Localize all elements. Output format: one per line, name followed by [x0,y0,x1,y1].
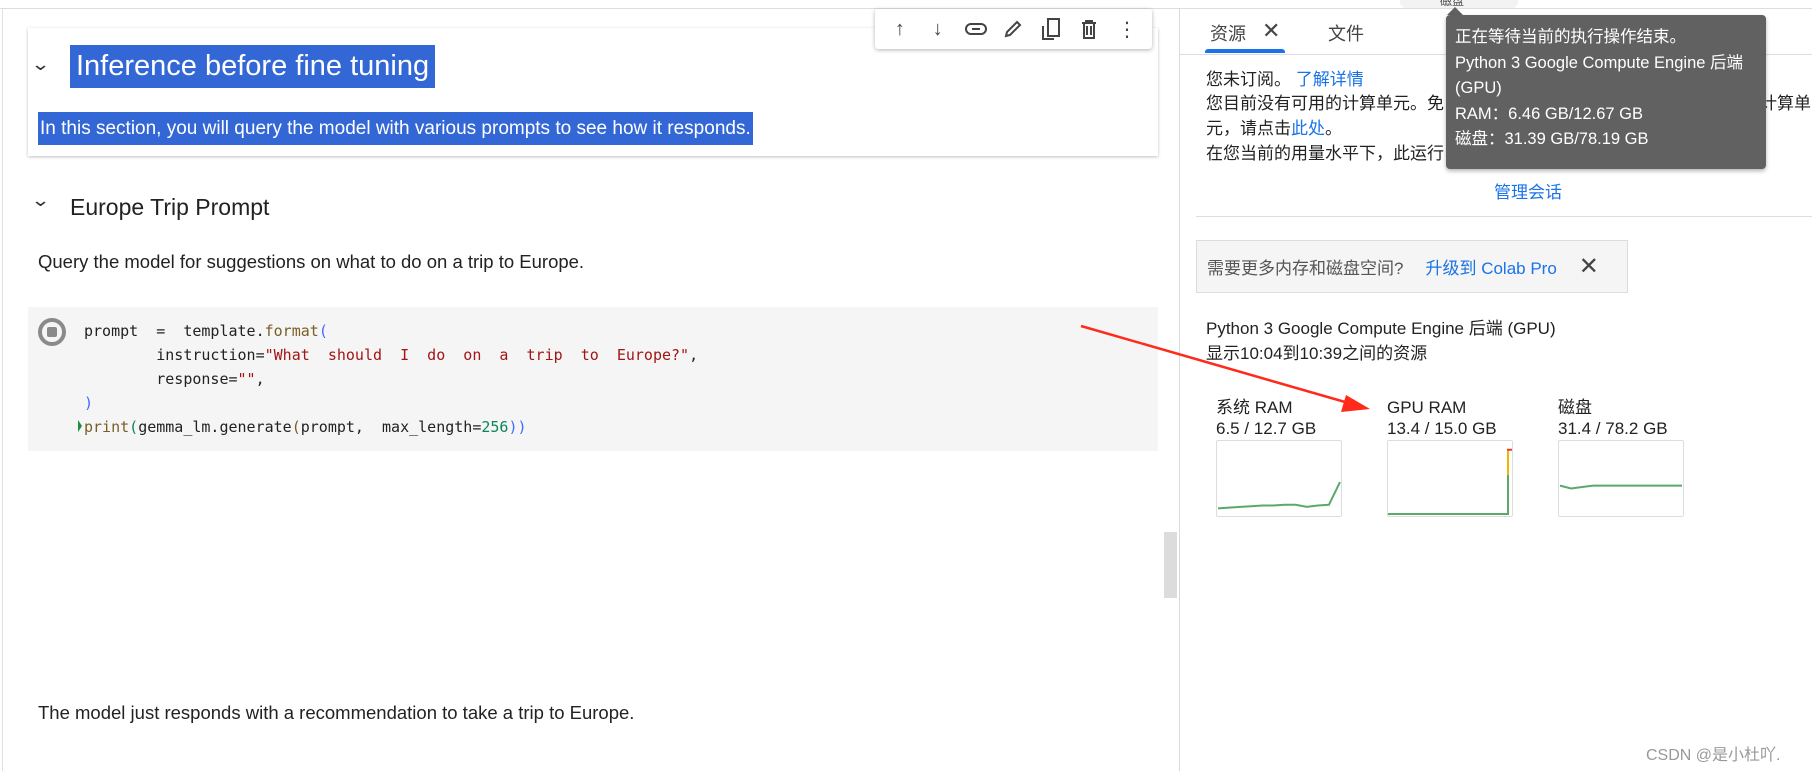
tooltip-backend-type: (GPU) [1455,79,1502,97]
tooltip-status: 正在等待当前的执行操作结束。 [1455,28,1686,46]
section-divider [1196,216,1812,217]
active-tab-indicator [1205,49,1285,53]
tooltip-ram: RAM：6.46 GB/12.67 GB [1455,104,1644,123]
panel-divider[interactable] [1179,9,1180,771]
tooltip-backend: Python 3 Google Compute Engine 后端 [1455,53,1744,72]
usage-chart [1216,440,1342,517]
stop-icon [47,327,57,337]
usage-chart [1387,440,1513,517]
chart-value: 6.5 / 12.7 GB [1216,419,1317,438]
section-description: Query the model for suggestions on what … [38,251,585,272]
more-vert-icon[interactable]: ⋮ [1112,14,1142,44]
arrow-down-icon[interactable]: ↓ [923,14,953,44]
mirror-cell-icon[interactable] [1036,14,1066,44]
usage-sparkline [1217,481,1341,510]
section-description: In this section, you will query the mode… [38,112,753,145]
time-range-label: 显示10:04到10:39之间的资源 [1206,344,1428,363]
usage-level-text: 在您当前的用量水平下，此运行 [1206,144,1444,163]
tooltip-disk: 磁盘：31.39 GB/78.19 GB [1455,130,1649,148]
compute-units-text: 您目前没有可用的计算单元。免 [1206,94,1444,113]
chart-value: 31.4 / 78.2 GB [1558,419,1668,438]
section-heading: Europe Trip Prompt [70,194,270,220]
code-line: response="", [84,370,265,388]
upsell-text: 需要更多内存和磁盘空间? [1207,259,1404,278]
manage-sessions-link[interactable]: 管理会话 [1494,178,1562,203]
subscription-status: 您未订阅。 [1206,70,1291,89]
learn-more-link[interactable]: 了解详情 [1296,70,1364,89]
left-edge [2,9,3,771]
close-tab-icon[interactable]: ✕ [1262,18,1280,44]
chart-title: GPU RAM [1387,398,1467,417]
watermark: CSDN @是小杜吖. [1646,747,1781,764]
gpu-usage-line [1388,474,1509,515]
code-editor[interactable]: prompt = template.format( instruction="W… [84,319,698,439]
code-line: ) [84,394,94,412]
usage-line [1217,481,1341,510]
tooltip-arrow [1447,7,1463,15]
backend-label: Python 3 Google Compute Engine 后端 (GPU) [1206,319,1556,338]
scrollbar-thumb[interactable] [1164,532,1177,598]
tab-files[interactable]: 文件 [1328,20,1364,46]
code-line: print(gemma_lm.generate(prompt, max_leng… [84,418,527,436]
section-heading: Inference before fine tuning [70,45,436,88]
chart-title: 磁盘 [1558,398,1592,417]
chart-title: 系统 RAM [1216,398,1293,417]
here-link[interactable]: 此处 [1291,119,1325,138]
compute-units-text: 元，请点击 [1206,119,1291,138]
collapse-chevron-icon[interactable]: ⌄ [31,190,51,211]
upgrade-link[interactable]: 升级到 Colab Pro [1425,254,1556,279]
usage-sparkline [1388,448,1512,515]
execution-marker-icon [78,420,82,432]
gpu-critical-segment [1507,448,1512,451]
close-icon[interactable]: ✕ [1579,252,1599,281]
code-line: instruction="What should I do on a trip … [84,346,699,364]
usage-chart [1558,440,1684,517]
trash-icon[interactable] [1074,14,1104,44]
cell-toolbar: ↑ ↓ ⋮ [875,9,1152,49]
chart-value: 13.4 / 15.0 GB [1387,419,1497,438]
usage-line [1559,484,1682,490]
usage-sparkline [1559,484,1682,490]
pencil-icon[interactable] [998,14,1028,44]
code-line: prompt = template.format( [84,322,328,340]
tab-resources[interactable]: 资源 [1210,20,1246,46]
stop-execution-button[interactable] [38,318,66,346]
arrow-up-icon[interactable]: ↑ [885,14,915,44]
output-description: The model just responds with a recommend… [38,702,635,723]
resource-tooltip: 正在等待当前的执行操作结束。 Python 3 Google Compute E… [1446,15,1766,169]
compute-units-text-end: 计算单 [1760,94,1811,113]
link-icon[interactable] [961,14,991,44]
collapse-chevron-icon[interactable]: ⌄ [31,54,51,75]
upsell-banner: 需要更多内存和磁盘空间? 升级到 Colab Pro ✕ [1196,240,1628,293]
